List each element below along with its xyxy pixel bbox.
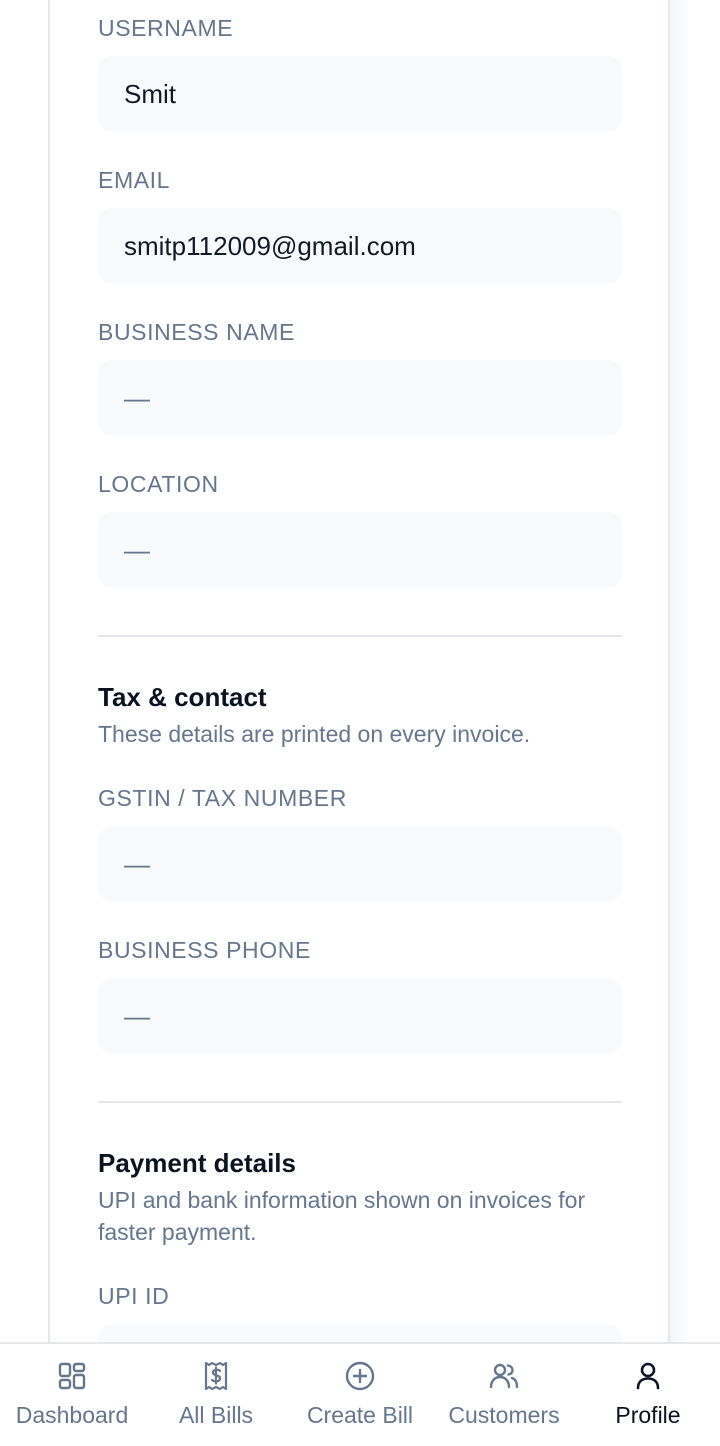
nav-create-bill[interactable]: Create Bill — [288, 1344, 432, 1446]
email-label: EMAIL — [98, 167, 171, 193]
gstin-label: GSTIN / TAX NUMBER — [98, 785, 347, 811]
plus-circle-icon — [345, 1361, 375, 1391]
gstin-field[interactable]: — — [98, 826, 622, 902]
business-name-field[interactable]: — — [98, 360, 622, 436]
users-icon — [489, 1363, 519, 1389]
nav-create-bill-label: Create Bill — [306, 1402, 414, 1428]
receipt-dollar-icon — [204, 1361, 228, 1391]
payment-details-title: Payment details — [98, 1148, 296, 1178]
business-name-label: BUSINESS NAME — [98, 319, 295, 345]
section-divider — [98, 635, 622, 637]
payment-details-description: UPI and bank information shown on invoic… — [98, 1187, 586, 1245]
nav-all-bills-label: All Bills — [178, 1402, 254, 1428]
nav-customers[interactable]: Customers — [432, 1344, 576, 1446]
upi-id-label: UPI ID — [98, 1283, 170, 1309]
dashboard-grid-icon — [58, 1362, 86, 1390]
username-label: USERNAME — [98, 15, 234, 41]
tax-contact-description: These details are printed on every invoi… — [98, 721, 531, 747]
location-field[interactable]: — — [98, 512, 622, 588]
nav-dashboard[interactable]: Dashboard — [0, 1344, 144, 1446]
user-icon — [636, 1362, 660, 1390]
nav-dashboard-label: Dashboard — [15, 1402, 129, 1428]
nav-profile[interactable]: Profile — [576, 1344, 720, 1446]
nav-all-bills[interactable]: All Bills — [144, 1344, 288, 1446]
location-label: LOCATION — [98, 471, 219, 497]
nav-customers-label: Customers — [448, 1402, 560, 1428]
email-field[interactable]: smitp112009@gmail.com — [98, 208, 622, 284]
page-edge-shadow — [670, 0, 720, 1342]
nav-profile-label: Profile — [615, 1402, 681, 1428]
tax-contact-title: Tax & contact — [98, 682, 267, 712]
section-divider — [98, 1101, 622, 1103]
profile-page: USERNAME Smit EMAIL smitp112009@gmail.co… — [0, 0, 720, 1446]
business-phone-field[interactable]: — — [98, 978, 622, 1054]
bottom-nav: Dashboard All Bills Create Bill Customer… — [0, 1342, 720, 1446]
username-field[interactable]: Smit — [98, 56, 622, 132]
business-phone-label: BUSINESS PHONE — [98, 937, 311, 963]
